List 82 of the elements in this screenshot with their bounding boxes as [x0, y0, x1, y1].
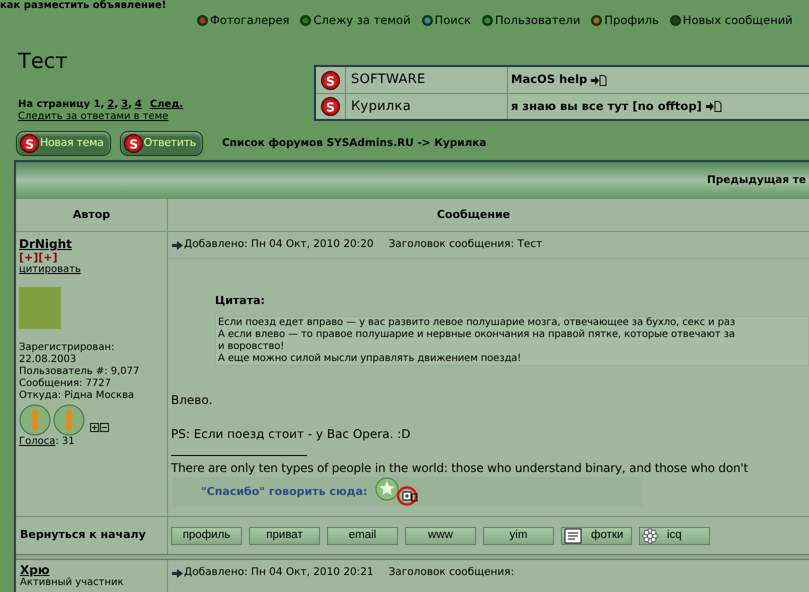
author-rank: Активный участник: [20, 577, 125, 588]
nav-icon: [300, 15, 312, 26]
post-text: Влево.: [171, 392, 214, 410]
action-button[interactable]: S Ответить: [120, 131, 203, 156]
author-name[interactable]: Хрю: [20, 564, 167, 577]
arrow-icon: [172, 568, 183, 578]
post-subject: Заголовок сообщения:: [388, 565, 514, 580]
nav-link[interactable]: Поиск: [422, 12, 471, 30]
nav-icon: [591, 15, 602, 26]
profile-button[interactable]: профиль: [171, 526, 242, 544]
arrow-icon: [172, 240, 183, 250]
watch-topic-link[interactable]: Следить за ответами в теме: [18, 111, 184, 123]
quote-line: А если влево — то правое полушарие и нервные окончания на правой пятке, которые отвечают за: [218, 328, 736, 341]
page-link[interactable]: 3: [121, 99, 128, 111]
votes-count: : 31: [55, 436, 75, 448]
comma: ,: [114, 99, 118, 111]
forum-name[interactable]: SOFTWARE: [346, 67, 508, 93]
nav-link[interactable]: Фотогалерея: [197, 12, 290, 30]
signature: There are only ten types of people in the world: those who understand binary, and those who don't: [171, 460, 749, 478]
medal-icon: [19, 404, 51, 436]
nav-link[interactable]: Пользователи: [482, 12, 580, 30]
medal-icon: [53, 404, 85, 436]
photo-file-icon: [564, 528, 582, 544]
rating-links[interactable]: [+][+]: [19, 251, 167, 264]
nav-link[interactable]: Слежу за темой: [300, 12, 411, 30]
post-date: Добавлено: Пн 04 Окт, 2010 20:21: [184, 565, 374, 580]
pagination-label: На страницу: [18, 99, 92, 111]
page-link[interactable]: 2: [107, 99, 114, 111]
profile-button[interactable]: приват: [249, 526, 320, 544]
column-header: Сообщение: [436, 206, 510, 223]
profile-button[interactable]: www: [405, 526, 476, 544]
quote-line: и воровство!: [218, 340, 286, 354]
topic-link[interactable]: я знаю вы все тут [no offtop]: [511, 98, 702, 116]
nav-icon: [422, 15, 433, 26]
quote-line: Если поезд едет вправо — у вас развито левое полушарие мозга, отвечающее за бухло, секс и раз: [218, 316, 736, 329]
quote-title: Цитата:: [215, 293, 266, 309]
author-name[interactable]: DrNight: [19, 238, 167, 251]
page-title: Тест: [18, 48, 68, 74]
avatar-placeholder: [19, 287, 61, 329]
post-text: PS: Если поезд стоит - у Вас Opera. :D: [171, 426, 412, 444]
announcement-link[interactable]: как разместить объявление!: [0, 0, 166, 11]
column-header: Автор: [72, 206, 110, 223]
post-date: Добавлено: Пн 04 Окт, 2010 20:20: [184, 237, 374, 252]
nav-icon: [197, 15, 208, 26]
nav-link[interactable]: Новых сообщений: [670, 12, 793, 30]
author-detail: 22.08.2003: [19, 354, 78, 366]
s-logo-icon: S: [321, 70, 340, 90]
s-logo-icon: S: [20, 134, 39, 153]
author-detail: Сообщения: 7727: [19, 378, 112, 390]
post-subject: Заголовок сообщения: Тест: [388, 237, 542, 252]
profile-button[interactable]: email: [327, 526, 398, 544]
votes-link[interactable]: Голоса: [19, 436, 56, 448]
author-detail: Пользователь #: 9,077: [19, 366, 140, 378]
s-logo-icon: S: [124, 134, 143, 153]
flower-icon: [642, 528, 658, 544]
next-page-link[interactable]: След.: [150, 99, 184, 111]
profile-button[interactable]: yim: [483, 526, 554, 544]
plus-icon[interactable]: [397, 486, 420, 506]
plus-minus-icon[interactable]: [90, 423, 110, 432]
nav-icon: [482, 15, 493, 26]
profile-button[interactable]: icq: [639, 526, 710, 544]
back-to-top-link[interactable]: Вернуться к началу: [20, 527, 146, 544]
arrow-page-icon[interactable]: [706, 101, 722, 112]
current-page: 1: [94, 99, 101, 111]
arrow-page-icon[interactable]: [591, 74, 608, 86]
breadcrumb: Список форумов SYSAdmins.RU -> Курилка: [222, 136, 486, 151]
page-link[interactable]: 4: [134, 99, 142, 111]
previous-topic-link[interactable]: Предыдущая те: [706, 172, 806, 188]
nav-icon: [670, 15, 681, 26]
profile-button[interactable]: фотки: [561, 526, 632, 544]
action-button[interactable]: S Новая тема: [16, 131, 111, 156]
topic-link[interactable]: MacOS help: [511, 71, 588, 89]
comma: ,: [100, 99, 104, 111]
quote-line: А еще можно силой мысли управлять движением поезда!: [218, 353, 522, 366]
quote-link[interactable]: цитировать: [19, 264, 167, 276]
author-detail: Зарегистрирован:: [19, 342, 116, 354]
thanks-label: "Спасибо" говорить сюда:: [201, 484, 368, 500]
nav-link[interactable]: Профиль: [591, 12, 659, 30]
comma: ,: [128, 99, 132, 111]
forum-name[interactable]: Курилка: [346, 94, 508, 119]
author-detail: Откуда: Рідна Москва: [19, 390, 136, 402]
s-logo-icon: S: [321, 97, 340, 116]
